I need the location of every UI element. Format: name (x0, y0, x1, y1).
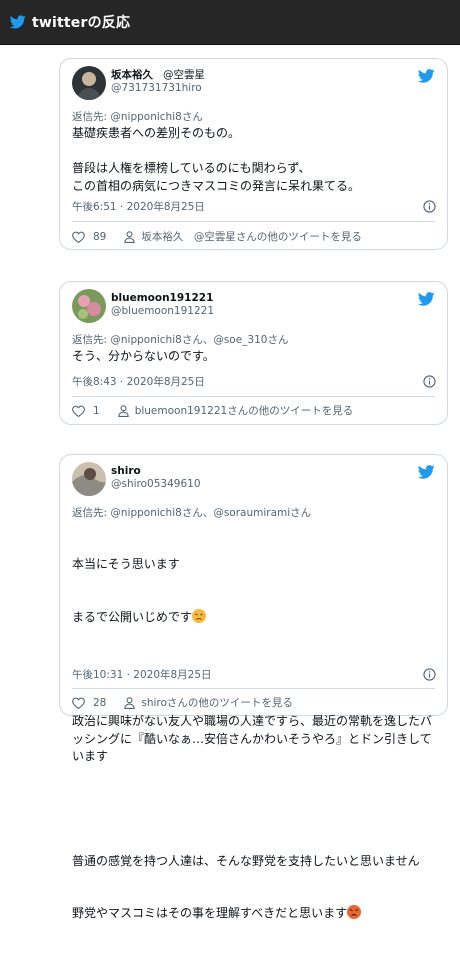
author-display-name[interactable]: 坂本裕久 (111, 69, 153, 81)
person-icon (124, 696, 136, 709)
tweet-card[interactable]: 坂本裕久 @空雲星 @731731731hiro 返信先: @nipponichi… (59, 58, 448, 250)
section-header: twitterの反応 (0, 0, 460, 45)
twitter-bird-icon[interactable] (418, 465, 435, 479)
reply-to-prefix: 返信先: (72, 507, 111, 519)
reply-to: 返信先: @nipponichi8さん、@soe_310さん (72, 332, 288, 347)
reply-to: 返信先: @nipponichi8さん、@soraumiramiさん (72, 505, 311, 520)
info-icon[interactable] (423, 375, 436, 388)
tweet-card[interactable]: bluemoon191221 @bluemoon191221 返信先: @nip… (59, 281, 448, 425)
info-icon[interactable] (423, 200, 436, 213)
twitter-bird-icon (10, 15, 26, 29)
author-handle[interactable]: @bluemoon191221 (111, 305, 214, 318)
reply-to-mention[interactable]: @nipponichi8さん、@soraumiramiさん (110, 507, 311, 519)
more-tweets-link[interactable]: shiroさんの他のツイートを見る (141, 695, 293, 710)
tweet-text-line: まるで公開いじめです (72, 608, 437, 627)
like-count[interactable]: 28 (93, 697, 106, 709)
tweet-card[interactable]: shiro @shiro05349610 返信先: @nipponichi8さん… (59, 454, 448, 920)
tweet-text: 本当にそう思います まるで公開いじめです 政治に興味がない友人や職場の人達ですら… (72, 521, 437, 958)
tweet-text-line: 本当にそう思います (72, 557, 180, 571)
twitter-bird-icon[interactable] (418, 292, 435, 306)
author-handle[interactable]: @731731731hiro (111, 82, 205, 95)
tweet-timestamp[interactable]: 午後10:31 · 2020年8月25日 (72, 667, 212, 682)
more-tweets-link[interactable]: bluemoon191221さんの他のツイートを見る (135, 403, 354, 418)
reply-to-prefix: 返信先: (72, 334, 111, 346)
reply-to-mention[interactable]: @nipponichi8さん、@soe_310さん (110, 334, 288, 346)
more-tweets-link[interactable]: 坂本裕久 @空雲星さんの他のツイートを見る (141, 229, 362, 244)
reply-to: 返信先: @nipponichi8さん (72, 109, 203, 124)
divider (72, 221, 435, 222)
divider (72, 396, 435, 397)
author-name-suffix[interactable]: @空雲星 (163, 69, 205, 81)
person-icon (118, 404, 129, 417)
like-count[interactable]: 1 (93, 405, 100, 417)
tweet-actions: 28 shiroさんの他のツイートを見る (72, 695, 293, 710)
tweet-text: そう、分からないのです。 (72, 349, 215, 363)
tweet-text-line: 普通の感覚を持つ人達は、そんな野党を支持したいと思いません (72, 853, 420, 868)
tweet-actions: 1 bluemoon191221さんの他のツイートを見る (72, 403, 353, 418)
tweet-timestamp[interactable]: 午後8:43 · 2020年8月25日 (72, 374, 205, 389)
like-count[interactable]: 89 (93, 231, 106, 243)
heart-icon[interactable] (72, 405, 85, 417)
persevering-face-emoji (192, 608, 207, 623)
person-icon (124, 230, 136, 243)
author-name[interactable]: 坂本裕久 @空雲星 (111, 69, 205, 82)
reply-to-prefix: 返信先: (72, 111, 111, 123)
twitter-bird-icon[interactable] (418, 69, 435, 83)
tweet-timestamp[interactable]: 午後6:51 · 2020年8月25日 (72, 199, 205, 214)
divider (72, 688, 435, 689)
avatar[interactable] (72, 462, 106, 496)
author-display-name[interactable]: bluemoon191221 (111, 292, 214, 305)
avatar[interactable] (72, 289, 106, 323)
reply-to-mention[interactable]: @nipponichi8さん (110, 111, 202, 123)
author-display-name[interactable]: shiro (111, 465, 201, 478)
heart-icon[interactable] (72, 697, 85, 709)
tweet-text-line: 野党やマスコミはその事を理解すべきだと思います (72, 905, 437, 923)
info-icon[interactable] (423, 668, 436, 681)
author-handle[interactable]: @shiro05349610 (111, 478, 201, 491)
tweet-text: 基礎疾患者への差別そのもの。 普段は人権を標榜しているのにも関わらず、 この首相… (72, 126, 361, 193)
heart-icon[interactable] (72, 231, 85, 243)
tweet-text-line: 政治に興味がない友人や職場の人達ですら、最近の常軌を逸したバッシングに『酷いなぁ… (72, 714, 433, 763)
tweet-actions: 89 坂本裕久 @空雲星さんの他のツイートを見る (72, 229, 362, 244)
header-title: twitterの反応 (32, 15, 131, 31)
angry-face-emoji (347, 905, 362, 919)
avatar[interactable] (72, 66, 106, 100)
